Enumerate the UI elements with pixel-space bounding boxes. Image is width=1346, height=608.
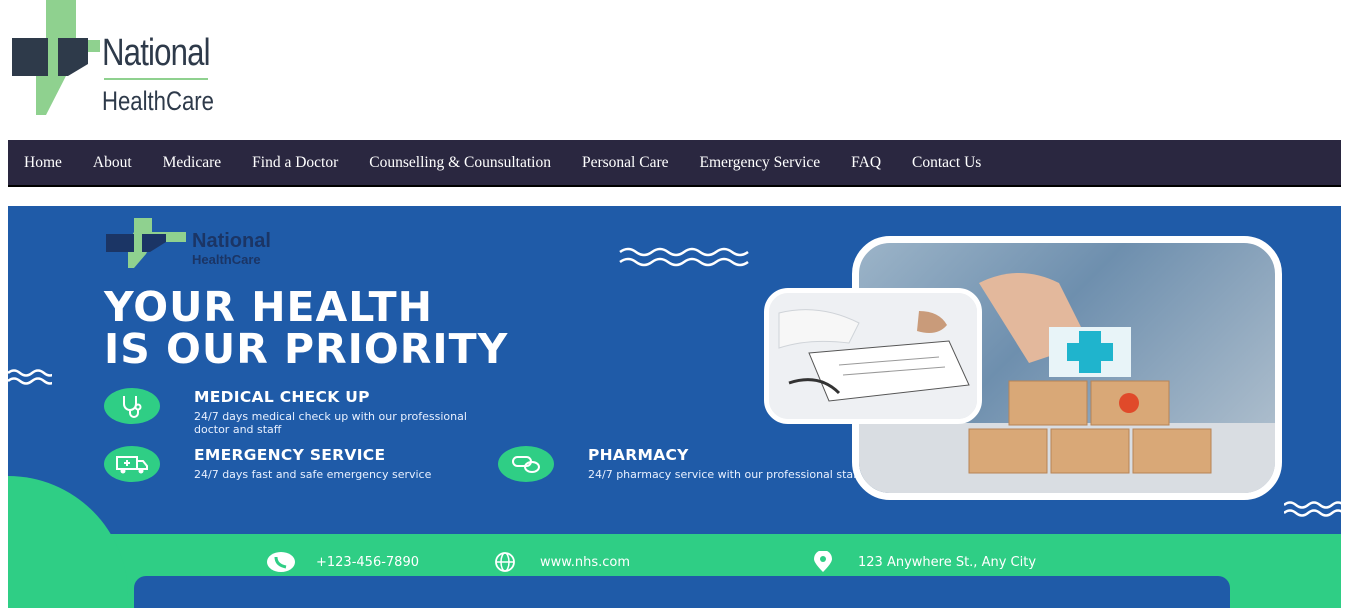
contact-phone-text: +123-456-7890 <box>316 554 419 570</box>
banner-logo: National HealthCare <box>106 218 316 268</box>
nav-contact-us[interactable]: Contact Us <box>912 154 981 172</box>
site-logo[interactable]: National HealthCare <box>10 0 214 125</box>
ambulance-icon <box>104 446 160 482</box>
contact-address[interactable]: 123 Anywhere St., Any City <box>808 551 1036 573</box>
main-nav: Home About Medicare Find a Doctor Counse… <box>8 140 1341 187</box>
nav-find-a-doctor[interactable]: Find a Doctor <box>252 154 338 172</box>
phone-icon <box>266 551 296 573</box>
contact-website-text: www.nhs.com <box>540 554 630 570</box>
clipboard-illustration-icon <box>769 293 977 419</box>
wave-decoration-icon <box>619 247 749 267</box>
globe-icon <box>490 551 520 573</box>
feature-desc: 24/7 days medical check up with our prof… <box>194 410 467 436</box>
feature-desc: 24/7 pharmacy service with our professio… <box>588 468 861 481</box>
feature-title: EMERGENCY SERVICE <box>194 446 386 464</box>
wave-decoration-left-icon <box>8 369 52 385</box>
banner-logo-national: National <box>192 230 271 252</box>
feature-title: MEDICAL CHECK UP <box>194 388 370 406</box>
location-pin-icon <box>808 551 838 573</box>
cross-logo-icon <box>12 0 100 115</box>
banner-logo-healthcare: HealthCare <box>192 252 261 267</box>
banner-cross-logo-icon <box>106 218 186 268</box>
feature-desc: 24/7 days fast and safe emergency servic… <box>194 468 432 481</box>
stethoscope-icon <box>104 388 160 424</box>
nav-counselling[interactable]: Counselling & Counsultation <box>369 154 551 172</box>
nav-faq[interactable]: FAQ <box>851 154 881 172</box>
headline-line2: IS OUR PRIORITY <box>104 325 509 373</box>
wave-decoration-right-icon <box>1284 501 1341 517</box>
doctor-clipboard-photo <box>764 288 982 424</box>
contact-website[interactable]: www.nhs.com <box>490 551 630 573</box>
banner-headline: YOUR HEALTH IS OUR PRIORITY <box>104 286 508 370</box>
feature-title: PHARMACY <box>588 446 689 464</box>
nav-personal-care[interactable]: Personal Care <box>582 154 669 172</box>
nav-about[interactable]: About <box>93 154 132 172</box>
pills-icon <box>498 446 554 482</box>
banner-green-curve <box>8 476 128 596</box>
nav-medicare[interactable]: Medicare <box>163 154 222 172</box>
contact-address-text: 123 Anywhere St., Any City <box>858 554 1037 570</box>
logo-text-healthcare: HealthCare <box>102 86 214 116</box>
nav-emergency-service[interactable]: Emergency Service <box>700 154 821 172</box>
nav-home[interactable]: Home <box>24 154 62 172</box>
hero-banner: National HealthCare YOUR HEALTH IS OUR P… <box>8 206 1341 608</box>
headline-line1: YOUR HEALTH <box>104 283 433 331</box>
banner-bottom-panel <box>134 576 1230 608</box>
logo-text-national: National <box>102 32 211 74</box>
logo-divider <box>104 78 208 80</box>
contact-phone[interactable]: +123-456-7890 <box>266 551 419 573</box>
